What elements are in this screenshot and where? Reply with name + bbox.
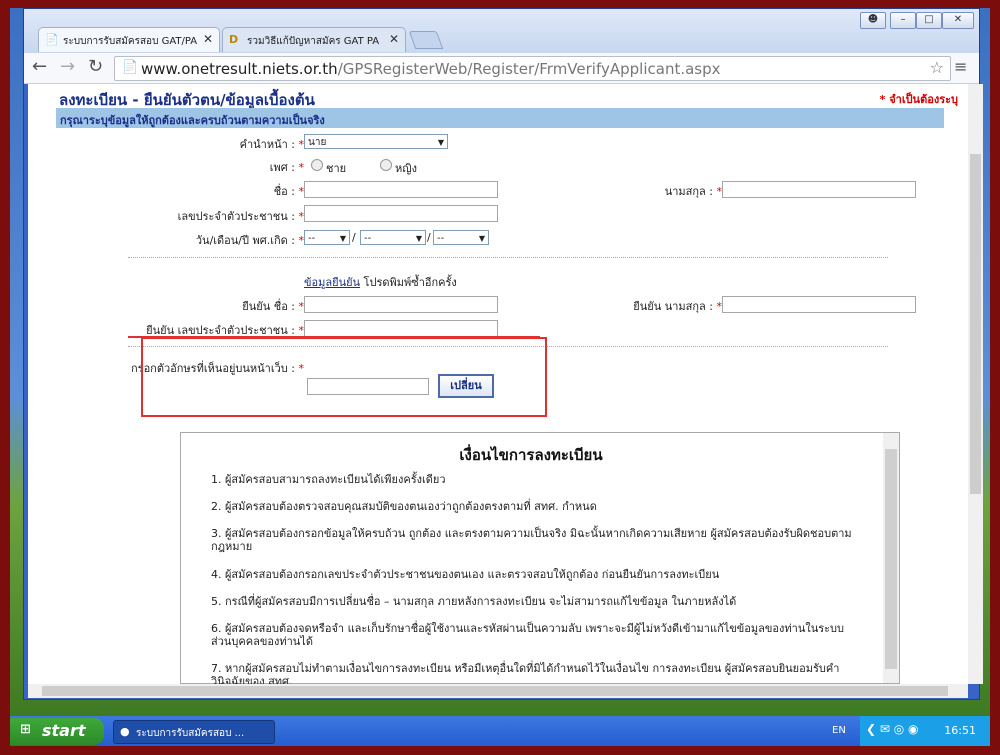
- forward-icon[interactable]: →: [60, 57, 75, 77]
- reload-icon[interactable]: ↻: [88, 57, 103, 77]
- confirm-firstname-input[interactable]: [304, 296, 498, 313]
- title-label: คำนำหน้า : *: [239, 138, 304, 151]
- page-icon: 📄: [122, 60, 139, 75]
- chevron-down-icon: ▼: [478, 234, 485, 243]
- conditions-panel[interactable]: เงื่อนไขการลงทะเบียน 1. ผู้สมัครสอบสามาร…: [180, 432, 900, 684]
- horizontal-scroll-thumb[interactable]: [42, 686, 948, 696]
- condition-item: 4. ผู้สมัครสอบต้องกรอกเลขประจำตัวประชาชน…: [211, 568, 720, 581]
- chevron-down-icon: ▼: [415, 234, 422, 243]
- chevron-down-icon: ▼: [437, 138, 444, 147]
- title-bar: 📄 ระบบการรับสมัครสอบ GAT/PA ✕ D รวมวิธีแ…: [24, 9, 979, 53]
- tab-register[interactable]: 📄 ระบบการรับสมัครสอบ GAT/PA ✕: [38, 27, 220, 52]
- page-icon: 📄: [45, 33, 59, 46]
- instruction-band: กรุณาระบุข้อมูลให้ถูกต้องและครบถ้วนตามคว…: [56, 108, 944, 128]
- menu-icon[interactable]: ≡: [954, 57, 967, 77]
- taskbar-item-browser[interactable]: ● ระบบการรับสมัครสอบ ...: [113, 720, 275, 744]
- page-scroll-thumb[interactable]: [970, 154, 981, 494]
- confirm-link[interactable]: ข้อมูลยืนยัน: [304, 276, 360, 289]
- firstname-label: ชื่อ : *: [273, 185, 304, 198]
- user-icon[interactable]: ☻: [860, 12, 886, 29]
- browser-toolbar: ← → ↻ 📄 www.onetresult.niets.or.th/GPSRe…: [24, 53, 979, 84]
- tab-label: ระบบการรับสมัครสอบ GAT/PA: [63, 36, 198, 47]
- close-tab-icon[interactable]: ✕: [389, 32, 399, 46]
- minimize-button[interactable]: –: [890, 12, 916, 29]
- date-separator: /: [352, 231, 356, 244]
- chevron-down-icon: ▼: [339, 234, 346, 243]
- annotation-box: [141, 337, 547, 417]
- lastname-input[interactable]: [722, 181, 916, 198]
- required-note: * จำเป็นต้องระบุ: [879, 93, 958, 106]
- conditions-title: เงื่อนไขการลงทะเบียน: [459, 446, 603, 464]
- id-input[interactable]: [304, 205, 498, 222]
- taskbar: ⊞ start ● ระบบการรับสมัครสอบ ... EN ❮ ✉ …: [10, 716, 990, 746]
- firstname-input[interactable]: [304, 181, 498, 198]
- chrome-icon: ●: [120, 725, 130, 738]
- language-indicator[interactable]: EN: [832, 725, 846, 736]
- start-button[interactable]: ⊞ start: [10, 718, 104, 745]
- dob-label: วัน/เดือน/ปี พศ.เกิด : *: [195, 234, 304, 247]
- gender-female-label: หญิง: [395, 162, 417, 175]
- gender-male-radio[interactable]: [311, 159, 323, 171]
- condition-item: 2. ผู้สมัครสอบต้องตรวจสอบคุณสมบัติของตนเ…: [211, 500, 597, 513]
- clock: 16:51: [944, 724, 976, 737]
- gender-male-label: ชาย: [326, 162, 347, 175]
- condition-item: 3. ผู้สมัครสอบต้องกรอกข้อมูลให้ครบถ้วน ถ…: [211, 527, 852, 553]
- start-label: start: [42, 721, 86, 740]
- confirm-lastname-label: ยืนยัน นามสกุล : *: [633, 300, 722, 313]
- tab-label: รวมวิธีแก้ปัญหาสมัคร GAT PA: [247, 36, 380, 47]
- dob-day-select[interactable]: -- ▼: [304, 230, 350, 245]
- page-content: ลงทะเบียน - ยืนยันตัวตน/ข้อมูลเบื้องต้น …: [28, 84, 968, 684]
- conditions-scroll-thumb[interactable]: [885, 449, 897, 669]
- tray-icons[interactable]: ❮ ✉ ◎ ◉: [866, 722, 919, 736]
- condition-item: 6. ผู้สมัครสอบต้องจดหรือจำ และเก็บรักษาช…: [211, 622, 845, 648]
- date-separator: /: [427, 231, 431, 244]
- condition-item: 5. กรณีที่ผู้สมัครสอบมีการเปลี่ยนชื่อ – …: [211, 595, 737, 608]
- bookmark-star-icon[interactable]: ☆: [930, 58, 944, 77]
- system-tray: ❮ ✉ ◎ ◉ 16:51: [860, 716, 990, 746]
- close-window-button[interactable]: ✕: [942, 12, 974, 29]
- gender-label: เพศ : *: [269, 161, 304, 174]
- back-icon[interactable]: ←: [32, 57, 47, 77]
- windows-logo-icon: ⊞: [20, 722, 31, 737]
- page-scrollbar[interactable]: [968, 84, 983, 684]
- site-favicon-icon: D: [229, 33, 239, 46]
- title-select[interactable]: นาย ▼: [304, 134, 448, 149]
- condition-item: 7. หากผู้สมัครสอบไม่ทำตามเงื่อนไขการลงทะ…: [211, 662, 840, 684]
- confirm-heading: ข้อมูลยืนยัน โปรดพิมพ์ซ้ำอีกครั้ง: [304, 276, 457, 289]
- url-path: /GPSRegisterWeb/Register/FrmVerifyApplic…: [337, 60, 721, 78]
- url-host: www.onetresult.niets.or.th: [141, 60, 338, 78]
- new-tab-button[interactable]: [408, 31, 444, 49]
- maximize-button[interactable]: □: [916, 12, 942, 29]
- address-bar[interactable]: 📄 www.onetresult.niets.or.th/GPSRegister…: [114, 56, 951, 81]
- gender-female-radio[interactable]: [380, 159, 392, 171]
- dob-month-select[interactable]: -- ▼: [360, 230, 426, 245]
- confirm-id-input[interactable]: [304, 320, 498, 337]
- instruction-text: กรุณาระบุข้อมูลให้ถูกต้องและครบถ้วนตามคว…: [60, 114, 325, 127]
- horizontal-scrollbar[interactable]: [28, 684, 968, 698]
- tab-help[interactable]: D รวมวิธีแก้ปัญหาสมัคร GAT PA ✕: [222, 27, 406, 52]
- condition-item: 1. ผู้สมัครสอบสามารถลงทะเบียนได้เพียงครั…: [211, 473, 446, 486]
- close-tab-icon[interactable]: ✕: [203, 32, 213, 46]
- taskbar-item-label: ระบบการรับสมัครสอบ ...: [136, 728, 245, 739]
- dob-year-select[interactable]: -- ▼: [433, 230, 489, 245]
- divider: [128, 257, 888, 258]
- lastname-label: นามสกุล : *: [664, 185, 722, 198]
- confirm-firstname-label: ยืนยัน ชื่อ : *: [242, 300, 304, 313]
- id-label: เลขประจำตัวประชาชน : *: [177, 210, 304, 223]
- browser-window: 📄 ระบบการรับสมัครสอบ GAT/PA ✕ D รวมวิธีแ…: [23, 8, 983, 700]
- confirm-lastname-input[interactable]: [722, 296, 916, 313]
